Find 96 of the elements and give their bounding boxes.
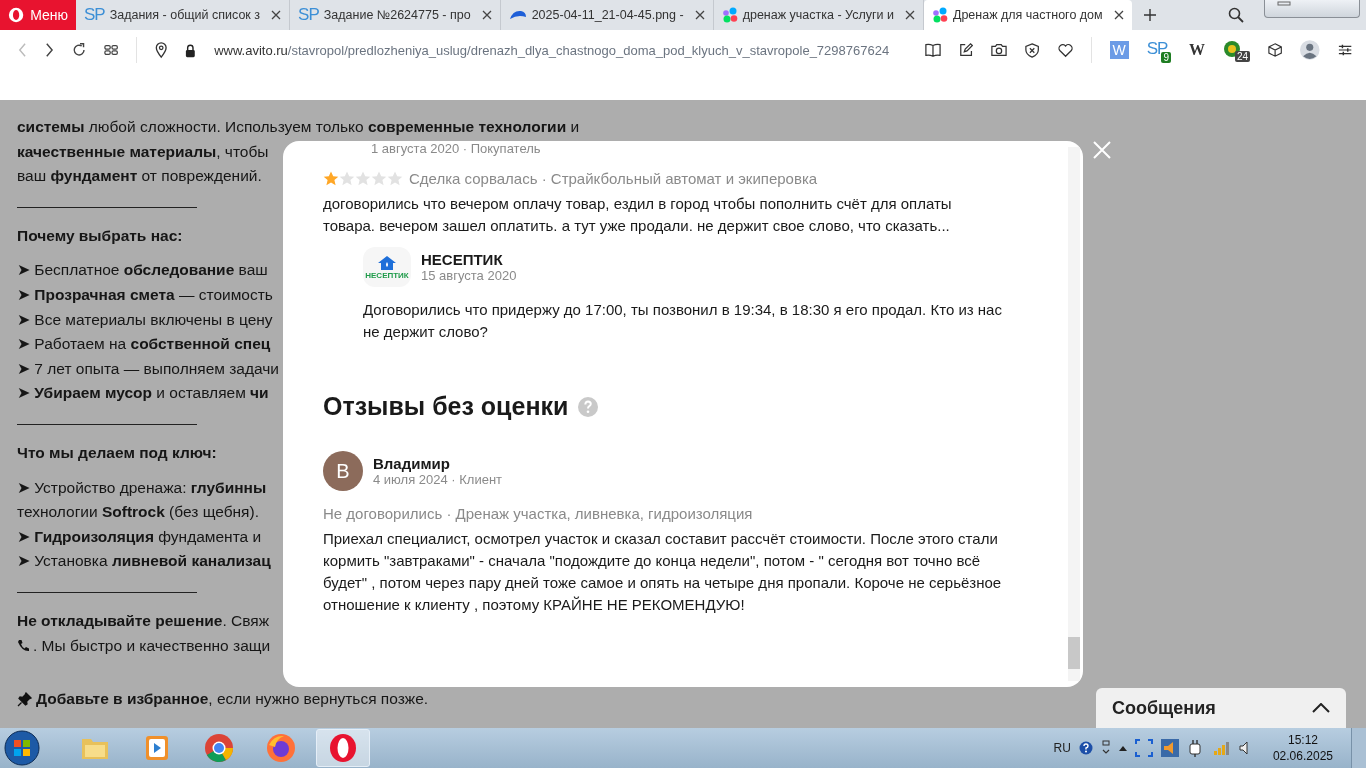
tab-title: Задание №2624775 - про [323, 8, 471, 22]
site-logo: SP [84, 5, 105, 25]
description-line: системы любой сложности. Используем только современные технологии и [17, 117, 580, 137]
description-line: Не откладывайте решение. Свяж [17, 610, 270, 631]
help-icon[interactable] [1078, 741, 1093, 755]
address-field[interactable]: www.avito.ru/stavropol/predlozheniya_uslug/drenazh_dlya_chastnogo_doma_pod_klyuch_v_stavropole_7298767624 [214, 42, 890, 58]
close-icon[interactable] [271, 10, 282, 20]
new-tab-icon[interactable] [1143, 9, 1156, 21]
description-line: ➤ Бесплатное обследование ваш [17, 260, 268, 281]
camera-icon[interactable] [991, 42, 1008, 58]
count-badge: 24 [1234, 51, 1251, 62]
lock-icon[interactable] [185, 42, 197, 58]
star-icon [339, 171, 355, 186]
edit-icon[interactable] [959, 42, 974, 58]
show-hidden-icons-icon[interactable] [1118, 745, 1127, 751]
reload-icon[interactable] [71, 42, 86, 58]
review-text: договорились что вечером оплачу товар, ездил в город чтобы пополнить счёт для оплаты товара. вечером зашел оплатить. а тут уже продали. не держит свое слово, что сказать... [323, 194, 953, 236]
count-badge: 9 [1161, 52, 1171, 63]
author-name: Владимир [373, 454, 451, 472]
opera-icon [328, 733, 358, 763]
scrollbar[interactable] [1068, 147, 1080, 681]
description-line: ➤ Работаем на собственной спец [17, 334, 271, 355]
colored-dots-icon [721, 7, 738, 23]
avatar: В [323, 451, 363, 491]
clock[interactable]: 15:12 02.06.2025 [1272, 732, 1333, 764]
star-icon [387, 171, 403, 186]
section-heading: Почему выбрать нас: [17, 225, 183, 246]
phone-icon [17, 639, 29, 653]
opera-logo-icon [8, 6, 25, 24]
tabs-grid-icon[interactable] [103, 42, 119, 58]
profile-avatar-icon[interactable] [1300, 39, 1320, 61]
search-icon[interactable] [1228, 7, 1244, 23]
close-icon[interactable] [481, 10, 492, 20]
window-controls[interactable] [1264, 0, 1360, 18]
review-text: Приехал специалист, осмотрел участок и сказал составит рассчёт стоимости. После этого стали кормить "завтраками" - сначала "подождите до конца недели", потом - " сегодня вот точно всё будет" , потом через пару дней тоже самое и опять на четыре дня пропали. Короче не серьёзное отношение к клиенту , поэтому КРАЙНЕ НЕ РЕКОМЕНДУЮ! [323, 529, 1003, 615]
description-line: ➤ Установка ливневой канализац [17, 551, 271, 572]
messages-panel[interactable]: Сообщения [1096, 688, 1346, 728]
tab-title: 2025-04-11_21-04-45.png - [531, 8, 684, 22]
volume-icon[interactable] [1238, 741, 1251, 755]
site-logo: SP [298, 5, 319, 25]
firefox-icon [266, 733, 296, 763]
close-icon[interactable] [1113, 10, 1124, 20]
tab-title: дренаж участка - Услуги и [742, 8, 894, 22]
tab-title: Задания - общий список з [109, 8, 261, 22]
star-icon [323, 171, 339, 186]
description-line: ваш фундамент от повреждений. [17, 166, 262, 187]
extension-button[interactable]: W [1188, 41, 1205, 59]
review-date: 1 августа 2020 · Покупатель [370, 141, 542, 157]
start-button[interactable] [4, 730, 40, 766]
chrome-icon [204, 733, 234, 763]
forward-icon[interactable] [44, 42, 54, 58]
reply-text: Договорились что придержу до 17:00, ты позвонил в 19:34, в 18:30 я его продал. Кто из нас не держит слово? [363, 300, 1003, 342]
extension-button[interactable]: 24 [1222, 40, 1251, 60]
description-line: . Мы быстро и качественно защи [33, 635, 271, 656]
colored-dots-icon [931, 7, 948, 23]
minimize-icon[interactable] [1277, 0, 1291, 6]
description-line: ➤ Устройство дренажа: глубинны [17, 477, 267, 498]
chevron-up-icon[interactable] [1312, 703, 1330, 713]
location-pin-icon[interactable] [155, 41, 168, 59]
section-heading: Отзывы без оценки [323, 392, 569, 421]
tab-title: Дренаж для частного дом [952, 8, 1103, 22]
menu-button[interactable]: Меню [0, 0, 76, 30]
cube-icon[interactable] [1268, 42, 1283, 58]
close-icon[interactable] [694, 10, 705, 20]
star-icon [355, 171, 371, 186]
description-line: ➤ Гидроизоляция фундамента и [17, 526, 262, 547]
shield-icon[interactable] [1025, 41, 1040, 59]
description-line: ➤ Убираем мусор и оставляем чи [17, 383, 269, 404]
description-line: Добавьте в избранное, если нужно вернуться позже. [36, 689, 429, 710]
company-logo: НЕСЕПТИК [363, 247, 411, 287]
deal-info: Не договорились · Дренаж участка, ливневка, гидроизоляция [323, 505, 754, 522]
review-date: 4 июля 2024 · Клиент [373, 471, 503, 488]
section-heading: Что мы делаем под ключ: [17, 442, 217, 463]
description-line: ➤ Все материалы включены в цену [17, 309, 273, 330]
pushpin-icon [17, 691, 32, 707]
windows-icon[interactable] [1100, 740, 1111, 756]
taskbar-app[interactable] [316, 729, 370, 767]
deal-info: Сделка сорвалась · Страйкбольный автомат и экиперовка [409, 170, 818, 187]
browser-tab[interactable]: Дренаж для частного дом [923, 0, 1132, 30]
description-line: технологии Softrock (без щебня). [17, 502, 259, 523]
author-name: НЕСЕПТИК [421, 250, 504, 268]
language-indicator[interactable]: RU [1053, 741, 1071, 755]
panel-title: Сообщения [1112, 697, 1216, 719]
reply-date: 15 августа 2020 [421, 267, 517, 284]
settings-sliders-icon[interactable] [1337, 43, 1353, 57]
screenshot-icon[interactable] [1134, 739, 1153, 757]
close-icon[interactable] [904, 10, 915, 20]
media-player-icon [144, 734, 170, 762]
speaker-icon[interactable] [1160, 739, 1179, 757]
cloud-icon [508, 9, 527, 21]
description-line: ➤ 7 лет опыта — выполняем задачи [17, 358, 279, 379]
heart-icon[interactable] [1057, 42, 1073, 58]
description-line: ➤ Прозрачная смета — стоимость [17, 284, 273, 305]
description-line: качественные материалы, чтобы [17, 141, 269, 162]
book-icon[interactable] [925, 42, 942, 58]
star-icon [371, 171, 387, 186]
